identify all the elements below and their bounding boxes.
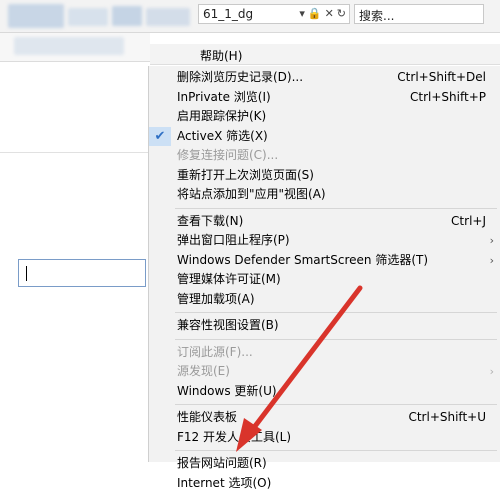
menu-item-inprivate[interactable]: InPrivate 浏览(I) Ctrl+Shift+P xyxy=(149,88,500,107)
refresh-icon[interactable]: ↻ xyxy=(337,7,346,20)
submenu-arrow-icon: › xyxy=(489,253,494,267)
tab-strip xyxy=(0,33,150,62)
menu-separator xyxy=(175,338,497,340)
close-icon[interactable]: ✕ xyxy=(325,7,334,20)
menu-item-add-to-apps[interactable]: 将站点添加到"应用"视图(A) xyxy=(149,185,500,204)
menu-item-delete-history[interactable]: 删除浏览历史记录(D)... Ctrl+Shift+Del xyxy=(149,68,500,87)
menu-item-feed-discovery: 源发现(E) › xyxy=(149,362,500,381)
menu-item-label: 管理加载项(A) xyxy=(177,291,255,306)
menu-item-windows-update[interactable]: Windows 更新(U) xyxy=(149,382,500,401)
menu-item-reopen-session[interactable]: 重新打开上次浏览页面(S) xyxy=(149,166,500,185)
search-placeholder: 搜索... xyxy=(359,9,395,23)
menu-item-label: 管理媒体许可证(M) xyxy=(177,272,281,286)
menu-separator xyxy=(175,404,497,405)
menu-separator xyxy=(175,207,497,209)
menu-item-activex-filter[interactable]: ✔ ActiveX 筛选(X) xyxy=(149,126,500,146)
menu-item-label: 启用跟踪保护(K) xyxy=(177,109,267,123)
lock-icon[interactable]: 🔒 xyxy=(308,7,322,20)
menu-item-view-downloads[interactable]: 查看下载(N) Ctrl+J xyxy=(149,212,500,231)
menu-item-report-site[interactable]: 报告网站问题(R) xyxy=(149,454,500,473)
menu-item-shortcut: Ctrl+Shift+U xyxy=(408,410,486,424)
menu-item-fix-connection: 修复连接问题(C)... xyxy=(149,146,500,165)
menu-item-label: 查看下载(N) xyxy=(177,213,244,228)
help-menu-bar: 帮助(H) xyxy=(150,44,500,65)
divider xyxy=(0,152,148,153)
menu-item-popup-blocker[interactable]: 弹出窗口阻止程序(P) › xyxy=(149,231,500,250)
menu-item-label: 弹出窗口阻止程序(P) xyxy=(177,233,290,247)
menu-item-label: 将站点添加到"应用"视图(A) xyxy=(177,187,326,201)
menu-item-label: 兼容性视图设置(B) xyxy=(177,318,279,332)
blurred-tab-region xyxy=(8,4,64,28)
menu-item-label: 删除浏览历史记录(D)... xyxy=(177,70,304,84)
tools-menu: 删除浏览历史记录(D)... Ctrl+Shift+Del InPrivate 浏览… xyxy=(148,66,500,490)
blurred-tab-region xyxy=(112,6,142,26)
menu-separator xyxy=(175,312,497,313)
menu-item-label: F12 开发人员工具(L) xyxy=(177,429,292,444)
blurred-tab-region xyxy=(146,8,190,26)
menu-item-label: 修复连接问题(C)... xyxy=(177,148,279,162)
menu-item-label: ActiveX 筛选(X) xyxy=(177,128,268,143)
checkmark-icon: ✔ xyxy=(149,126,171,146)
text-caret xyxy=(26,266,27,281)
menu-item-shortcut: Ctrl+Shift+P xyxy=(410,89,486,104)
menu-item-label: 重新打开上次浏览页面(S) xyxy=(177,167,314,182)
menu-item-compat-view[interactable]: 兼容性视图设置(B) xyxy=(149,316,500,335)
dropdown-icon[interactable]: ▾ xyxy=(299,7,305,20)
address-bar[interactable]: 61_1_dg ▾ 🔒 ✕ ↻ xyxy=(198,4,350,24)
menu-item-label: 订阅此源(F)... xyxy=(177,344,253,359)
menu-item-smartscreen[interactable]: Windows Defender SmartScreen 筛选器(T) › xyxy=(149,251,500,270)
submenu-arrow-icon: › xyxy=(489,365,494,378)
blurred-tab-region xyxy=(68,8,108,26)
menu-item-label: Internet 选项(O) xyxy=(177,475,272,490)
menu-item-manage-addons[interactable]: 管理加载项(A) xyxy=(149,290,500,309)
blurred-tab-region xyxy=(14,37,124,55)
menu-separator xyxy=(175,450,497,451)
page-text-input[interactable] xyxy=(18,259,146,287)
submenu-arrow-icon: › xyxy=(489,234,494,247)
menu-item-label: 源发现(E) xyxy=(177,364,230,378)
menu-item-label: 性能仪表板 xyxy=(177,410,238,424)
menu-item-label: Windows 更新(U) xyxy=(177,383,277,398)
menu-item-media-license[interactable]: 管理媒体许可证(M) xyxy=(149,270,500,289)
menu-item-tracking-protection[interactable]: 启用跟踪保护(K) xyxy=(149,107,500,126)
browser-toolbar: 61_1_dg ▾ 🔒 ✕ ↻ 搜索... xyxy=(0,0,500,33)
menu-item-subscribe-feed: 订阅此源(F)... xyxy=(149,343,500,362)
menu-item-shortcut: Ctrl+J xyxy=(451,213,486,228)
menu-item-label: Windows Defender SmartScreen 筛选器(T) xyxy=(177,252,429,267)
menu-item-label: 报告网站问题(R) xyxy=(177,456,267,470)
address-text: 61_1_dg xyxy=(203,7,254,21)
search-box[interactable]: 搜索... xyxy=(354,4,484,24)
help-menu-label[interactable]: 帮助(H) xyxy=(200,47,242,64)
menu-item-label: InPrivate 浏览(I) xyxy=(177,89,271,104)
menu-item-shortcut: Ctrl+Shift+Del xyxy=(397,70,486,84)
menu-item-perf-dashboard[interactable]: 性能仪表板 Ctrl+Shift+U xyxy=(149,408,500,427)
menu-item-internet-options[interactable]: Internet 选项(O) xyxy=(149,474,500,493)
menu-item-f12-devtools[interactable]: F12 开发人员工具(L) xyxy=(149,428,500,447)
